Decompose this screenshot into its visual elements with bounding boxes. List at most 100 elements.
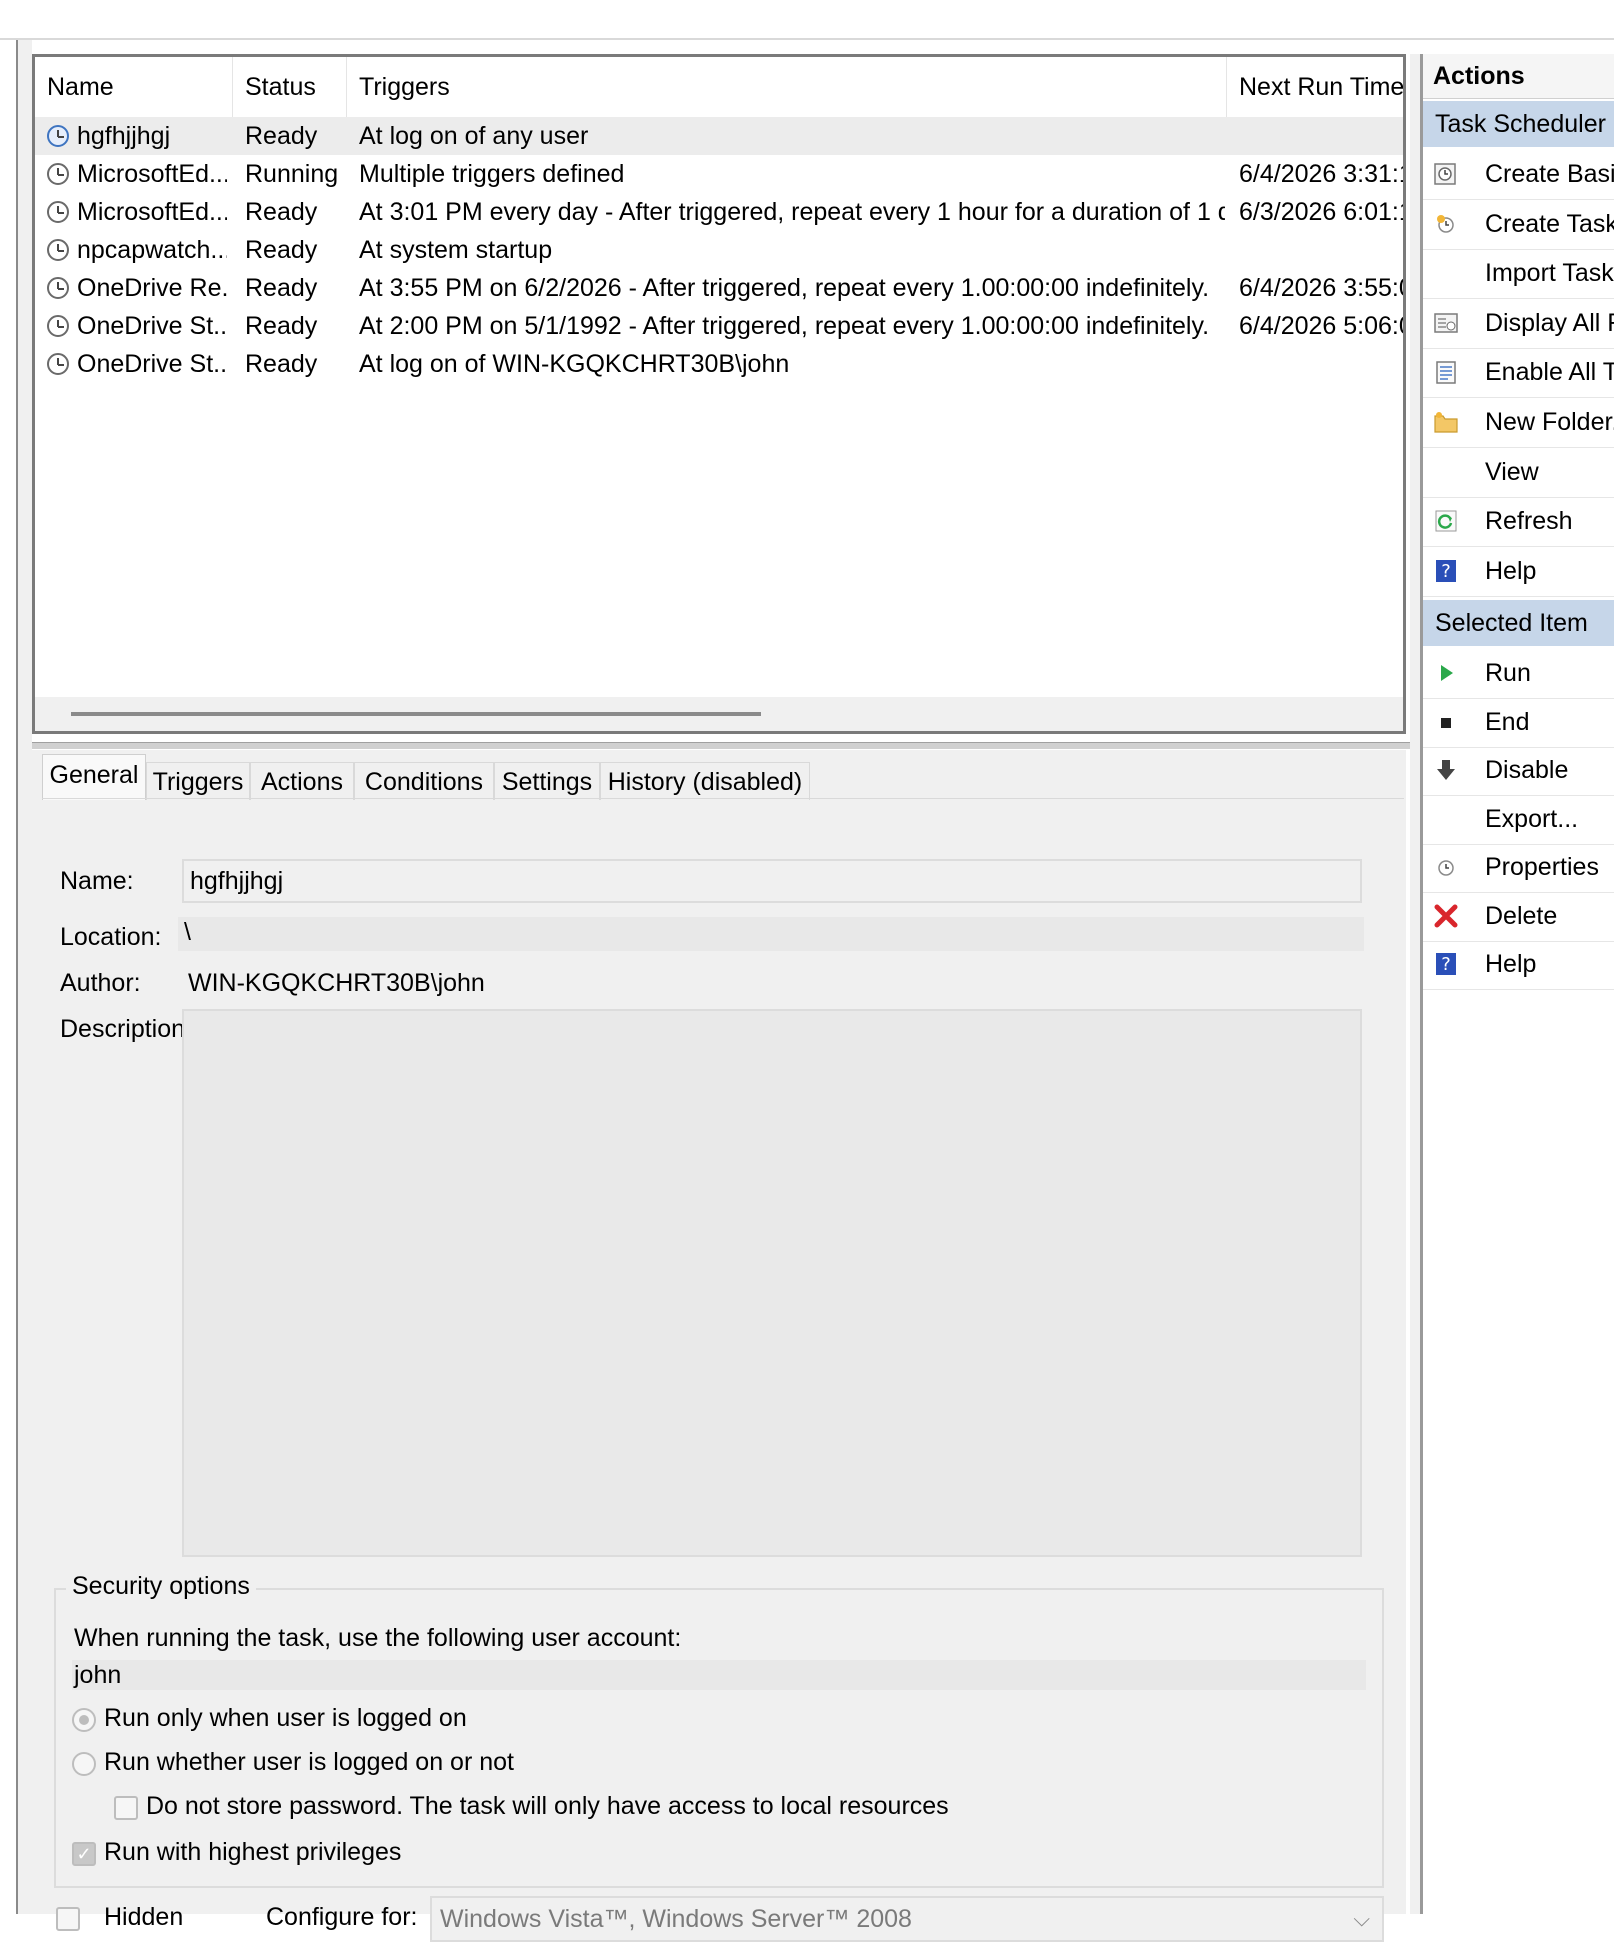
action-display-all-r[interactable]: Display All R bbox=[1423, 299, 1614, 349]
tab-actions[interactable]: Actions bbox=[250, 762, 354, 800]
table-row[interactable]: MicrosoftEd... Running Multiple triggers d… bbox=[35, 155, 1403, 193]
action-enable-all-ta[interactable]: Enable All Ta bbox=[1423, 348, 1614, 399]
column-header-status[interactable]: Status bbox=[233, 57, 347, 117]
scrollbar-thumb[interactable] bbox=[71, 712, 761, 716]
task-triggers-cell: At log on of any user bbox=[359, 122, 589, 150]
task-name-cell: OneDrive St... bbox=[77, 350, 227, 378]
table-row[interactable]: OneDrive St... Ready At 2:00 PM on 5/1/199… bbox=[35, 307, 1403, 345]
column-header-name[interactable]: Name bbox=[35, 57, 233, 117]
table-row[interactable]: OneDrive St... Ready At log on of WIN-KGQK… bbox=[35, 345, 1403, 383]
table-row[interactable]: OneDrive Re... Ready At 3:55 PM on 6/2/202… bbox=[35, 269, 1403, 307]
author-field[interactable]: WIN-KGQKCHRT30B\john bbox=[182, 963, 782, 1003]
action-delete[interactable]: Delete bbox=[1423, 892, 1614, 942]
vertical-splitter[interactable] bbox=[1410, 54, 1420, 1914]
task-triggers-cell: At 3:01 PM every day - After triggered, … bbox=[359, 198, 1225, 226]
run-only-logged-on-label[interactable]: Run only when user is logged on bbox=[104, 1704, 467, 1733]
delete-icon bbox=[1433, 903, 1459, 929]
display-running-tasks-icon bbox=[1433, 310, 1459, 336]
column-header-next-run-time[interactable]: Next Run Time bbox=[1227, 57, 1403, 117]
action-label: Create Task. bbox=[1485, 209, 1614, 238]
location-field[interactable]: \ bbox=[178, 917, 1364, 951]
task-name-cell: MicrosoftEd... bbox=[77, 160, 227, 188]
description-label: Description: bbox=[60, 1015, 192, 1043]
pane-gap bbox=[18, 40, 32, 1914]
selected-item-section[interactable]: Selected Item bbox=[1423, 600, 1614, 646]
svg-text:?: ? bbox=[1441, 954, 1451, 975]
author-label: Author: bbox=[60, 969, 141, 997]
properties-icon bbox=[1433, 854, 1459, 880]
task-next-run-cell bbox=[1239, 345, 1403, 383]
clock-icon bbox=[47, 125, 69, 147]
action-properties[interactable]: Properties bbox=[1423, 843, 1614, 893]
clock-icon bbox=[47, 239, 69, 261]
pane-splitter[interactable] bbox=[32, 742, 1410, 749]
task-name-cell: npcapwatch... bbox=[77, 236, 227, 264]
tab-conditions[interactable]: Conditions bbox=[354, 762, 494, 800]
do-not-store-password-checkbox[interactable] bbox=[114, 1796, 138, 1820]
action-end[interactable]: End bbox=[1423, 698, 1614, 748]
action-label: View bbox=[1485, 457, 1539, 486]
task-triggers-cell: Multiple triggers defined bbox=[359, 160, 625, 188]
security-options-group: Security options When running the task, … bbox=[54, 1572, 1384, 1888]
table-row[interactable]: npcapwatch... Ready At system startup bbox=[35, 231, 1403, 269]
run-only-logged-on-radio[interactable] bbox=[72, 1708, 96, 1732]
task-next-run-cell: 6/4/2026 5:06:0 bbox=[1239, 312, 1406, 340]
task-next-run-cell bbox=[1239, 231, 1403, 269]
task-detail-pane: General Triggers Actions Conditions Sett… bbox=[32, 750, 1406, 1942]
run-whether-logged-on-label[interactable]: Run whether user is logged on or not bbox=[104, 1748, 514, 1777]
table-row[interactable]: MicrosoftEd... Ready At 3:01 PM every day … bbox=[35, 193, 1403, 231]
action-label: Enable All Ta bbox=[1485, 358, 1614, 387]
hidden-checkbox[interactable] bbox=[56, 1907, 80, 1931]
tab-general[interactable]: General bbox=[42, 754, 146, 800]
clock-icon bbox=[47, 353, 69, 375]
tab-history[interactable]: History (disabled) bbox=[600, 762, 810, 800]
task-status-cell: Ready bbox=[245, 122, 318, 150]
action-import-task[interactable]: Import Task bbox=[1423, 249, 1614, 300]
create-task-icon bbox=[1433, 211, 1459, 237]
task-status-cell: Ready bbox=[245, 274, 318, 302]
action-create-task[interactable]: Create Task. bbox=[1423, 200, 1614, 250]
tab-settings[interactable]: Settings bbox=[494, 762, 600, 800]
help-icon: ? bbox=[1433, 951, 1459, 977]
configure-for-dropdown[interactable]: Windows Vista™, Windows Server™ 2008 ⌵ bbox=[430, 1896, 1384, 1942]
task-triggers-cell: At log on of WIN-KGQKCHRT30B\john bbox=[359, 350, 790, 378]
run-whether-logged-on-radio[interactable] bbox=[72, 1752, 96, 1776]
action-label: Disable bbox=[1485, 756, 1569, 784]
action-label: Import Task bbox=[1485, 259, 1614, 288]
tab-triggers[interactable]: Triggers bbox=[146, 762, 250, 800]
end-icon bbox=[1433, 709, 1459, 735]
create-basic-task-icon bbox=[1433, 161, 1459, 187]
action-label: Properties bbox=[1485, 853, 1599, 881]
action-label: Help bbox=[1485, 556, 1537, 585]
task-next-run-cell: 6/4/2026 3:31:1 bbox=[1239, 160, 1406, 188]
action-label: Create Basic bbox=[1485, 160, 1614, 188]
name-label: Name: bbox=[60, 867, 134, 895]
highest-privileges-label[interactable]: Run with highest privileges bbox=[104, 1838, 401, 1867]
action-view[interactable]: View bbox=[1423, 448, 1614, 498]
name-field[interactable]: hgfhjjhgj bbox=[182, 859, 1362, 903]
horizontal-scrollbar[interactable] bbox=[35, 697, 1403, 731]
action-new-folder[interactable]: New Folder. bbox=[1423, 398, 1614, 448]
action-refresh[interactable]: Refresh bbox=[1423, 497, 1614, 548]
action-label: Export... bbox=[1485, 804, 1579, 833]
description-field[interactable] bbox=[182, 1009, 1362, 1557]
do-not-store-password-label[interactable]: Do not store password. The task will onl… bbox=[146, 1792, 949, 1821]
task-list[interactable]: Name Status Triggers Next Run Time hgfhj… bbox=[32, 54, 1406, 734]
task-name-cell: OneDrive St... bbox=[77, 312, 227, 340]
clock-icon bbox=[47, 201, 69, 223]
column-header-triggers[interactable]: Triggers bbox=[347, 57, 1227, 117]
clock-icon bbox=[47, 277, 69, 299]
action-export[interactable]: Export... bbox=[1423, 795, 1614, 845]
action-disable[interactable]: Disable bbox=[1423, 746, 1614, 796]
task-triggers-cell: At 2:00 PM on 5/1/1992 - After triggered… bbox=[359, 312, 1210, 340]
task-scheduler-library-section[interactable]: Task Scheduler L bbox=[1423, 101, 1614, 147]
hidden-label[interactable]: Hidden bbox=[104, 1903, 183, 1932]
action-run[interactable]: Run bbox=[1423, 649, 1614, 699]
table-row[interactable]: hgfhjjhgj Ready At log on of any user bbox=[35, 117, 1403, 155]
action-create-basic[interactable]: Create Basic bbox=[1423, 150, 1614, 200]
action-help[interactable]: ? Help bbox=[1423, 547, 1614, 597]
highest-privileges-checkbox[interactable]: ✓ bbox=[72, 1842, 96, 1866]
action-help[interactable]: ? Help bbox=[1423, 940, 1614, 990]
user-account-field: john bbox=[72, 1660, 1366, 1690]
refresh-icon bbox=[1433, 508, 1459, 534]
